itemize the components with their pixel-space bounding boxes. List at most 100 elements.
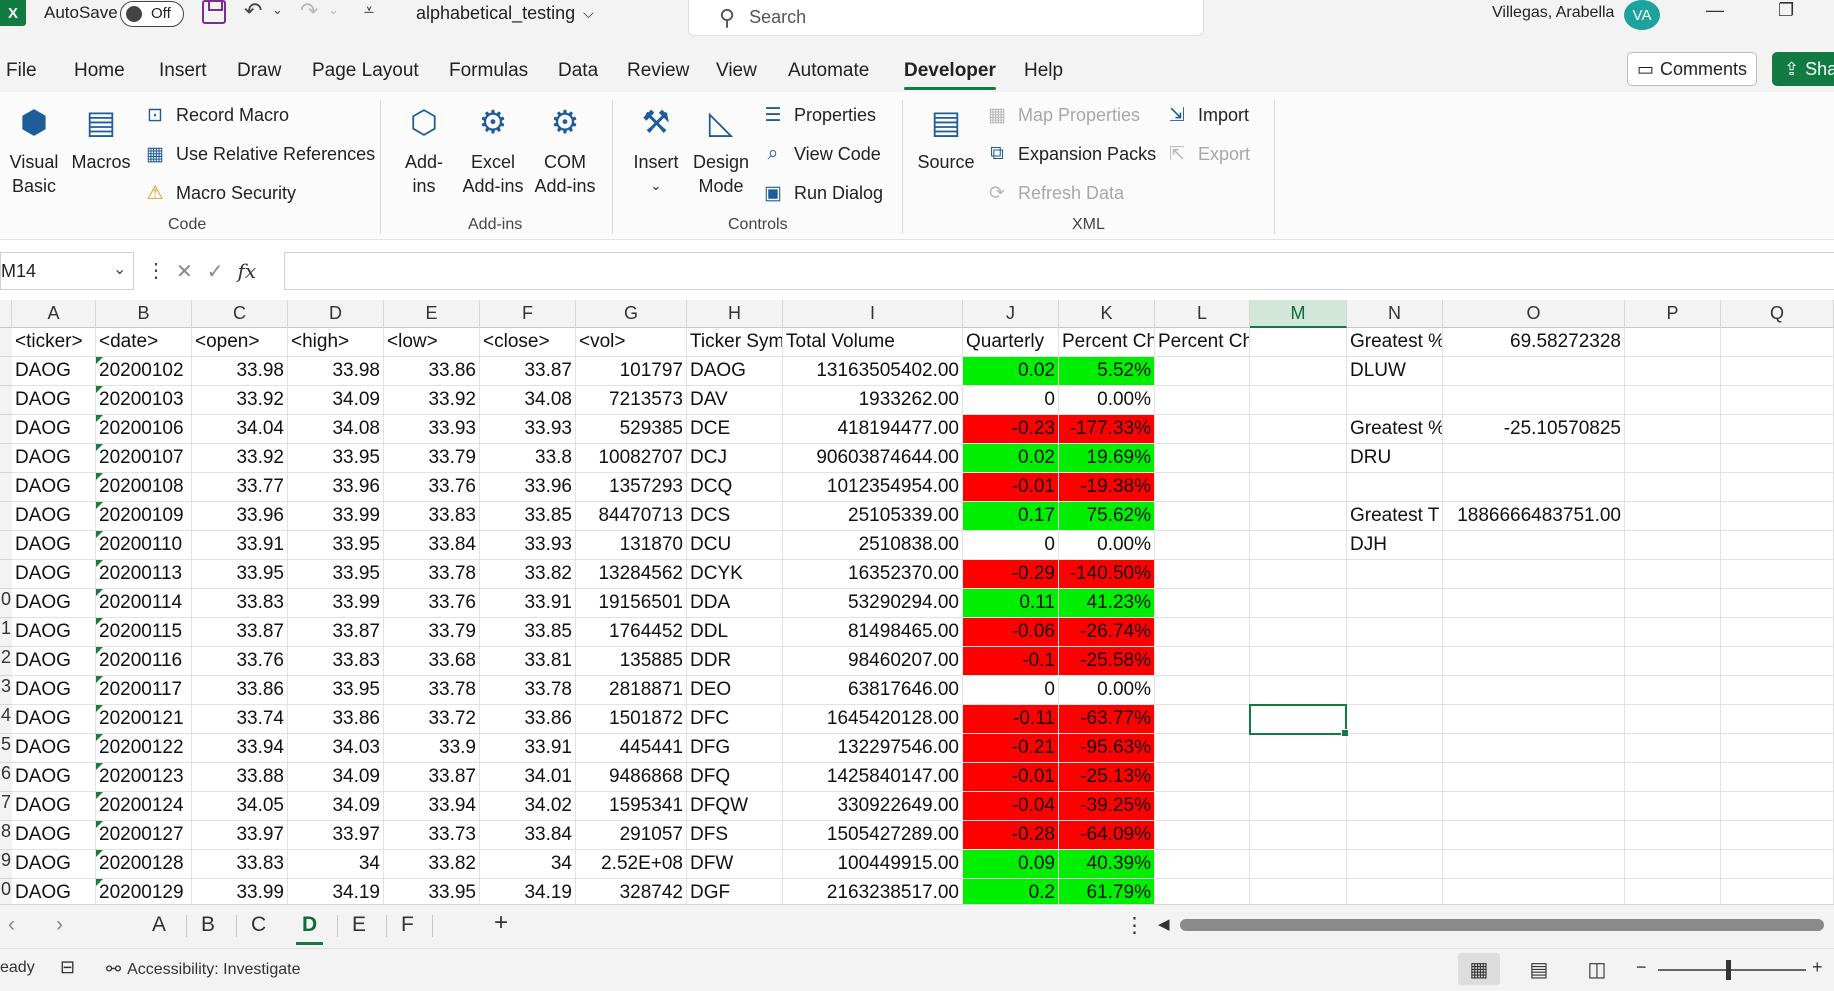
table-cell[interactable] xyxy=(1250,473,1347,502)
table-cell[interactable] xyxy=(1347,792,1443,821)
table-cell[interactable]: -0.29 xyxy=(963,560,1059,589)
table-cell[interactable] xyxy=(1443,386,1625,415)
table-cell[interactable] xyxy=(1721,763,1834,792)
table-cell[interactable] xyxy=(1347,560,1443,589)
column-header-a[interactable]: A xyxy=(12,300,96,328)
zoom-in-icon[interactable]: + xyxy=(1812,957,1823,978)
table-cell[interactable] xyxy=(1443,676,1625,705)
table-cell[interactable] xyxy=(1625,676,1721,705)
table-cell[interactable]: 75.62% xyxy=(1059,502,1155,531)
row-header[interactable] xyxy=(0,357,12,386)
table-cell[interactable]: 34 xyxy=(480,850,576,879)
table-cell[interactable]: -0.06 xyxy=(963,618,1059,647)
cell-h-header[interactable]: Ticker Sym xyxy=(687,328,783,357)
table-cell[interactable]: -19.38% xyxy=(1059,473,1155,502)
table-cell[interactable]: 20200129 xyxy=(96,879,192,904)
table-cell[interactable] xyxy=(1443,821,1625,850)
table-cell[interactable]: 0.2 xyxy=(963,879,1059,904)
table-cell[interactable]: 20200114 xyxy=(96,589,192,618)
table-cell[interactable]: 33.94 xyxy=(384,792,480,821)
table-cell[interactable] xyxy=(1347,705,1443,734)
table-cell[interactable]: 33.97 xyxy=(288,821,384,850)
add-sheet-icon[interactable]: + xyxy=(494,909,508,937)
table-cell[interactable] xyxy=(1443,763,1625,792)
table-cell[interactable]: 2.52E+08 xyxy=(576,850,687,879)
table-cell[interactable] xyxy=(1443,734,1625,763)
redo-icon[interactable]: ↷ xyxy=(300,0,318,24)
tab-home[interactable]: Home xyxy=(74,60,125,82)
select-all-corner[interactable] xyxy=(0,300,12,328)
table-cell[interactable]: DFC xyxy=(687,705,783,734)
table-cell[interactable] xyxy=(1721,821,1834,850)
table-cell[interactable] xyxy=(1625,386,1721,415)
table-cell[interactable] xyxy=(1443,589,1625,618)
table-cell[interactable] xyxy=(1155,705,1250,734)
table-cell[interactable] xyxy=(1443,879,1625,904)
table-cell[interactable] xyxy=(1155,531,1250,560)
column-header-j[interactable]: J xyxy=(963,300,1059,328)
active-cell-selection[interactable] xyxy=(1249,704,1349,737)
table-cell[interactable]: DAOG xyxy=(12,763,96,792)
table-cell[interactable] xyxy=(1250,415,1347,444)
tab-review[interactable]: Review xyxy=(627,60,689,82)
cell-empty[interactable] xyxy=(1721,328,1834,357)
table-cell[interactable]: DAOG xyxy=(12,850,96,879)
table-cell[interactable]: 33.96 xyxy=(288,473,384,502)
table-cell[interactable]: 0.11 xyxy=(963,589,1059,618)
table-cell[interactable]: 131870 xyxy=(576,531,687,560)
tab-help[interactable]: Help xyxy=(1024,60,1063,82)
table-cell[interactable]: 20200122 xyxy=(96,734,192,763)
table-cell[interactable] xyxy=(1721,850,1834,879)
column-header-c[interactable]: C xyxy=(192,300,288,328)
tab-draw[interactable]: Draw xyxy=(237,60,281,82)
table-cell[interactable] xyxy=(1155,444,1250,473)
table-cell[interactable]: 33.81 xyxy=(480,647,576,676)
table-cell[interactable]: DDR xyxy=(687,647,783,676)
table-cell[interactable]: 34.09 xyxy=(288,763,384,792)
row-header[interactable]: 0 xyxy=(0,879,12,904)
table-cell[interactable]: 33.86 xyxy=(480,705,576,734)
table-cell[interactable]: 34.01 xyxy=(480,763,576,792)
table-cell[interactable]: 33.88 xyxy=(192,763,288,792)
table-cell[interactable]: DAOG xyxy=(12,473,96,502)
table-cell[interactable]: 33.96 xyxy=(480,473,576,502)
table-cell[interactable] xyxy=(1250,879,1347,904)
table-cell[interactable] xyxy=(1155,560,1250,589)
restore-icon[interactable]: ❐ xyxy=(1778,0,1794,21)
column-header-n[interactable]: N xyxy=(1347,300,1443,328)
record-macro-button[interactable]: ⊡ Record Macro xyxy=(142,104,289,127)
table-cell[interactable]: 33.95 xyxy=(288,560,384,589)
tab-file[interactable]: File xyxy=(6,60,37,82)
table-cell[interactable]: 1645420128.00 xyxy=(783,705,963,734)
table-cell[interactable]: 33.84 xyxy=(384,531,480,560)
table-cell[interactable]: 90603874644.00 xyxy=(783,444,963,473)
table-cell[interactable]: DEO xyxy=(687,676,783,705)
table-cell[interactable] xyxy=(1721,444,1834,473)
table-cell[interactable]: 34.02 xyxy=(480,792,576,821)
table-cell[interactable]: 20200117 xyxy=(96,676,192,705)
table-cell[interactable] xyxy=(1347,821,1443,850)
page-layout-view-icon[interactable]: ▤ xyxy=(1518,953,1560,985)
table-cell[interactable]: 2510838.00 xyxy=(783,531,963,560)
table-cell[interactable]: 33.68 xyxy=(384,647,480,676)
refresh-data-button[interactable]: ⟳ Refresh Data xyxy=(984,182,1124,205)
table-cell[interactable]: 84470713 xyxy=(576,502,687,531)
table-cell[interactable] xyxy=(1625,444,1721,473)
save-icon[interactable] xyxy=(202,0,226,24)
row-header[interactable]: 7 xyxy=(0,792,12,821)
undo-dropdown-icon[interactable]: ⌄ xyxy=(272,2,283,18)
row-header[interactable]: 1 xyxy=(0,618,12,647)
table-cell[interactable]: 33.82 xyxy=(384,850,480,879)
table-cell[interactable] xyxy=(1443,357,1625,386)
column-header-l[interactable]: L xyxy=(1155,300,1250,328)
table-cell[interactable]: DDA xyxy=(687,589,783,618)
table-cell[interactable]: 33.99 xyxy=(288,502,384,531)
table-cell[interactable]: -0.01 xyxy=(963,473,1059,502)
cell-empty[interactable] xyxy=(1625,328,1721,357)
tab-developer[interactable]: Developer xyxy=(904,60,996,90)
macro-security-button[interactable]: ⚠ Macro Security xyxy=(142,182,296,205)
row-header[interactable] xyxy=(0,444,12,473)
row-header[interactable]: 4 xyxy=(0,705,12,734)
column-header-k[interactable]: K xyxy=(1059,300,1155,328)
cell-i-header[interactable]: Total Volume xyxy=(783,328,963,357)
